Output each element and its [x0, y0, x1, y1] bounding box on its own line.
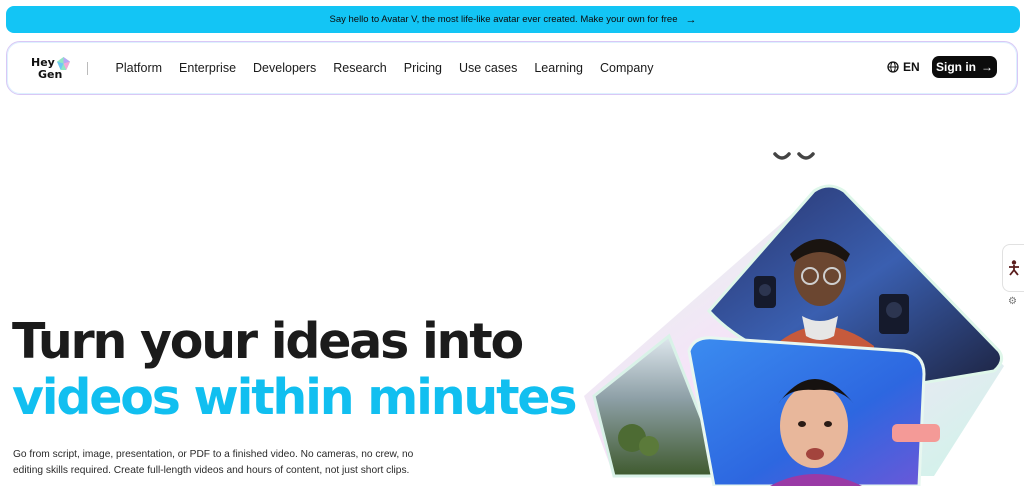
language-label: EN — [903, 60, 920, 74]
nav-item-research[interactable]: Research — [325, 61, 396, 75]
heygen-logo[interactable]: Hey Gen — [31, 55, 73, 83]
arrow-right-icon: → — [981, 60, 993, 74]
hero-video-collage — [584, 184, 1004, 486]
hero-heading-line2: videos within minutes — [12, 369, 577, 426]
nav-item-company[interactable]: Company — [592, 61, 663, 75]
nav-item-enterprise[interactable]: Enterprise — [171, 61, 245, 75]
hero-description: Go from script, image, presentation, or … — [13, 449, 414, 476]
language-selector[interactable]: EN — [887, 60, 920, 74]
top-nav: Hey Gen Platform Enterprise Developers R… — [6, 41, 1018, 95]
logo-text-gen: Gen — [38, 68, 63, 81]
person-icon — [1009, 260, 1019, 276]
nav-item-platform[interactable]: Platform — [107, 61, 171, 75]
nav-item-learning[interactable]: Learning — [526, 61, 592, 75]
logo-text-hey: Hey — [31, 56, 55, 69]
arrow-right-icon: → — [685, 13, 697, 26]
heygen-gem-icon — [57, 57, 70, 70]
nav-item-pricing[interactable]: Pricing — [395, 61, 450, 75]
hero-heading-line1: Turn your ideas into — [12, 313, 524, 370]
nav-divider — [87, 62, 88, 75]
announcement-bar[interactable]: Say hello to Avatar V, the most life-lik… — [6, 6, 1020, 33]
nav-item-use-cases[interactable]: Use cases — [450, 61, 525, 75]
announcement-text: Say hello to Avatar V, the most life-lik… — [329, 14, 678, 25]
nav-item-developers[interactable]: Developers — [245, 61, 325, 75]
gear-icon[interactable]: ⚙ — [1008, 296, 1017, 307]
hero-heading: Turn your ideas into videos within minut… — [12, 313, 577, 426]
accessibility-widget[interactable] — [1002, 244, 1024, 292]
sign-in-button[interactable]: Sign in → — [932, 56, 997, 78]
globe-icon — [887, 61, 899, 73]
nav-menu: Platform Enterprise Developers Research … — [107, 42, 662, 94]
sign-in-label: Sign in — [936, 60, 976, 74]
carousel-dots — [773, 152, 815, 160]
